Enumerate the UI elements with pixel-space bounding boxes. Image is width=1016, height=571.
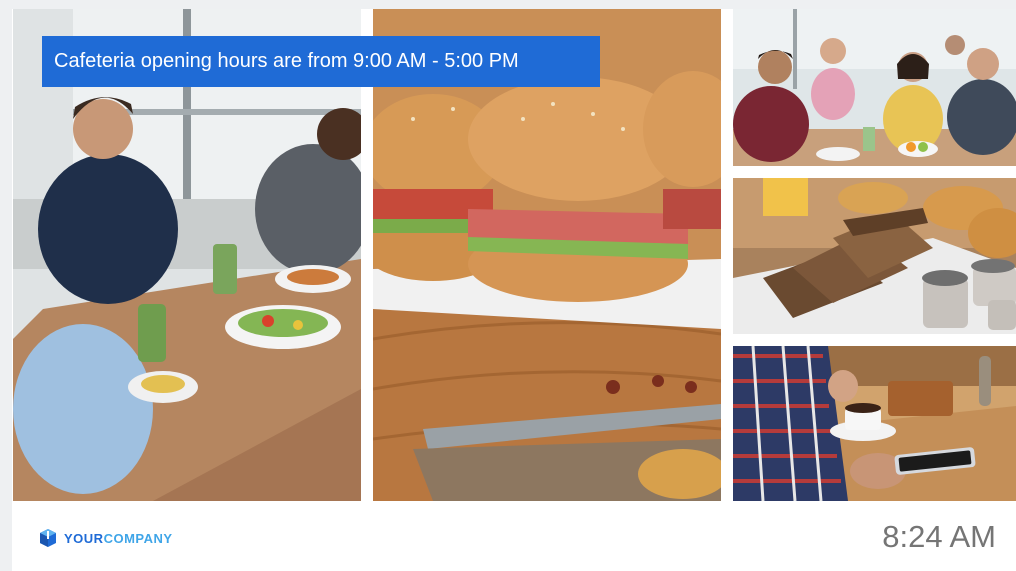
- photo-group-dining: [733, 9, 1016, 166]
- footer-bar: YOURCOMPANY 8:24 AM: [13, 501, 1016, 571]
- photo-coffee-phone: [733, 346, 1016, 501]
- logo-text-your: YOUR: [64, 530, 104, 546]
- announcement-banner: Cafeteria opening hours are from 9:00 AM…: [42, 36, 600, 87]
- company-logo: YOURCOMPANY: [38, 528, 173, 548]
- photo-bread-pastries: [733, 178, 1016, 334]
- clock-time: 8:24 AM: [882, 519, 996, 554]
- logo-text: YOURCOMPANY: [64, 531, 173, 546]
- cube-logo-icon: [40, 529, 56, 547]
- logo-text-company: COMPANY: [103, 530, 173, 546]
